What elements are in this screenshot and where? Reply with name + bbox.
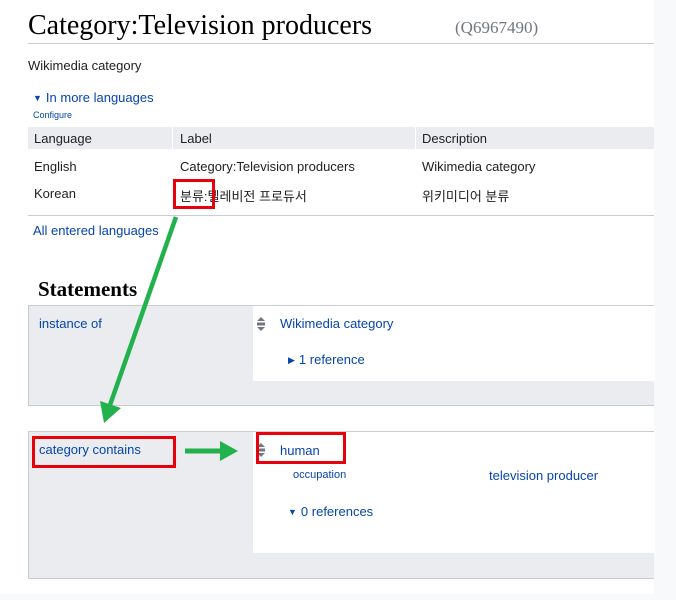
- language-table: Language Label Description English Categ…: [28, 127, 654, 216]
- statement-group-instance-of: instance of Wikimedia category ▶ 1 refere…: [28, 305, 655, 406]
- scroll-edge: [654, 0, 676, 600]
- references-label: 1 reference: [298, 352, 365, 367]
- in-more-languages-toggle[interactable]: ▼ In more languages: [33, 90, 154, 105]
- qualifier-occupation[interactable]: occupation: [293, 469, 346, 481]
- table-row: Korean 분류:텔레비전 프로듀서 위키미디어 분류: [28, 181, 654, 208]
- row-language: Korean: [34, 186, 76, 201]
- item-description: Wikimedia category: [28, 58, 142, 73]
- row-description: 위키미디어 분류: [422, 189, 510, 204]
- references-label: 0 references: [300, 504, 374, 519]
- in-more-languages-label: In more languages: [45, 90, 154, 105]
- page-title: Category:Television producers: [28, 10, 373, 41]
- header-divider: [415, 127, 416, 149]
- language-table-header: Language Label Description: [28, 127, 654, 149]
- property-instance-of[interactable]: instance of: [39, 316, 102, 331]
- table-row: English Category:Television producers Wi…: [28, 154, 654, 181]
- references-toggle[interactable]: ▼ 0 references: [288, 504, 373, 519]
- row-label: Category:Television producers: [180, 159, 355, 174]
- statement-value-box: Wikimedia category ▶ 1 reference: [253, 306, 655, 381]
- normal-rank-icon[interactable]: [256, 317, 266, 331]
- triangle-down-icon: ▼: [288, 507, 297, 517]
- statements-heading: Statements: [38, 277, 138, 301]
- row-language: English: [34, 159, 77, 174]
- highlight-box-korean-prefix: [173, 179, 215, 209]
- header-divider: [172, 127, 173, 149]
- highlight-box-human: [256, 432, 346, 464]
- title-row: Category:Television producers (Q6967490): [28, 8, 654, 44]
- header-description: Description: [422, 131, 488, 146]
- all-entered-languages-link[interactable]: All entered languages: [33, 223, 159, 238]
- configure-link[interactable]: Configure: [33, 110, 72, 120]
- bottom-edge: [0, 594, 676, 600]
- references-toggle[interactable]: ▶ 1 reference: [288, 352, 365, 367]
- header-label: Label: [180, 131, 212, 146]
- header-language: Language: [34, 131, 92, 146]
- qualifier-value-television-producer[interactable]: television producer: [489, 468, 598, 483]
- row-description: Wikimedia category: [422, 159, 536, 174]
- page: Category:Television producers (Q6967490)…: [0, 0, 676, 600]
- highlight-box-category-contains: [32, 436, 176, 468]
- triangle-right-icon: ▶: [288, 355, 295, 365]
- value-wikimedia-category[interactable]: Wikimedia category: [280, 316, 393, 331]
- item-id: (Q6967490): [455, 18, 539, 37]
- triangle-down-icon: ▼: [33, 93, 42, 103]
